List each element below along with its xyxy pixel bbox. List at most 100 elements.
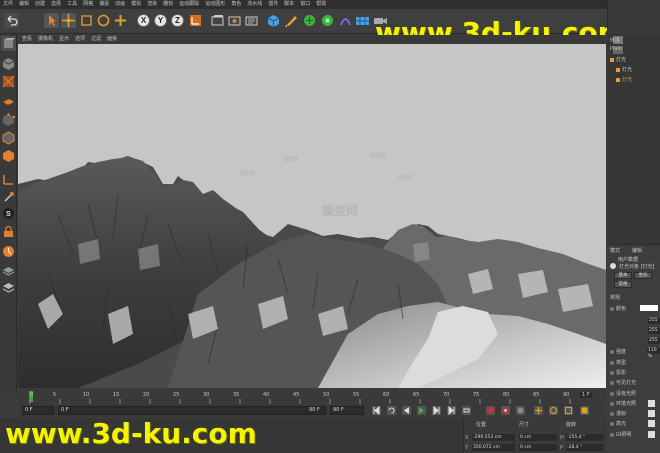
undo-icon[interactable] <box>4 13 19 28</box>
texture-mode-icon[interactable] <box>1 74 16 89</box>
position-x-field[interactable]: -290.553 cm <box>472 434 515 441</box>
color-g-field[interactable]: 255 <box>648 328 660 334</box>
axis-z-lock[interactable]: Z <box>171 14 184 27</box>
attr-tab-userdata[interactable]: 用户数据 <box>618 256 638 263</box>
gi-checkbox[interactable] <box>648 431 655 438</box>
menu-help[interactable]: 帮助 <box>316 0 326 9</box>
object-row-selected[interactable]: 灯光 <box>616 76 632 83</box>
points-mode-icon[interactable] <box>1 112 16 127</box>
render-view-icon[interactable] <box>210 13 225 28</box>
loop-icon[interactable] <box>462 406 471 415</box>
viewport-menu-options[interactable]: 选项 <box>75 35 85 44</box>
grid-stack-icon[interactable] <box>1 280 16 295</box>
subdivision-icon[interactable] <box>302 13 317 28</box>
radio-icon[interactable] <box>610 411 614 416</box>
record-key-icon[interactable] <box>486 406 495 415</box>
rotation-h-field[interactable]: -155.4 ° <box>566 434 604 441</box>
render-settings-icon[interactable] <box>244 13 259 28</box>
size-x-field[interactable]: 0 cm <box>519 434 557 441</box>
viewport-menu-cameras[interactable]: 摄像机 <box>38 35 53 44</box>
radio-icon[interactable] <box>610 391 614 396</box>
deformer-icon[interactable] <box>338 13 353 28</box>
menu-mograph[interactable]: 运动图形 <box>205 0 225 9</box>
attr-tab-mode[interactable]: 模式 <box>610 247 620 254</box>
menu-plugins[interactable]: 插件 <box>268 0 278 9</box>
current-frame-field[interactable]: 0 F <box>22 406 54 415</box>
make-editable-icon[interactable] <box>1 36 16 51</box>
object-row[interactable]: Plain <box>610 46 622 52</box>
attr-general-button[interactable]: 常规 <box>614 281 632 288</box>
pen-spline-icon[interactable] <box>284 13 299 28</box>
attr-tab-edit[interactable]: 编辑 <box>632 247 642 254</box>
select-cursor-icon[interactable] <box>44 13 59 28</box>
menu-file[interactable]: 文件 <box>3 0 13 9</box>
prev-key-icon[interactable] <box>387 406 396 415</box>
key-param-icon[interactable] <box>580 406 589 415</box>
tweak-mode-icon[interactable] <box>1 190 16 205</box>
menu-render[interactable]: 渲染 <box>147 0 157 9</box>
auto-key-icon[interactable] <box>501 406 510 415</box>
position-y-field[interactable]: 350.072 cm <box>472 444 515 451</box>
axis-y-lock[interactable]: Y <box>154 14 167 27</box>
color-r-field[interactable]: 255 <box>648 318 660 324</box>
menu-character[interactable]: 角色 <box>231 0 241 9</box>
menu-sculpt[interactable]: 雕刻 <box>163 0 173 9</box>
menu-pipeline[interactable]: 流水线 <box>247 0 262 9</box>
menu-window[interactable]: 窗口 <box>300 0 310 9</box>
timeline-ruler[interactable] <box>18 389 606 404</box>
go-to-start-icon[interactable] <box>372 405 381 416</box>
key-position-icon[interactable] <box>534 406 543 415</box>
next-frame-icon[interactable] <box>432 405 441 416</box>
coordinate-system-icon[interactable] <box>188 13 203 28</box>
play-backward-icon[interactable] <box>402 406 411 415</box>
attr-coord-button[interactable]: 坐标 <box>634 272 652 279</box>
array-mograph-icon[interactable] <box>320 13 335 28</box>
menu-edit[interactable]: 编辑 <box>19 0 29 9</box>
move-tool-icon[interactable] <box>61 13 76 28</box>
model-mode-icon[interactable] <box>1 56 16 71</box>
rotation-p-field[interactable]: -28.4 ° <box>566 444 604 451</box>
menu-snap[interactable]: 捕捉 <box>99 0 109 9</box>
menu-mesh[interactable]: 网格 <box>83 0 93 9</box>
viewport-menu-view[interactable]: 查看 <box>22 35 32 44</box>
play-forward-icon[interactable] <box>417 406 426 415</box>
rotate-tool-icon[interactable] <box>96 13 111 28</box>
floor-grid-icon[interactable] <box>355 13 370 28</box>
menu-script[interactable]: 脚本 <box>284 0 294 9</box>
viewport-menu-filter[interactable]: 过滤 <box>91 35 101 44</box>
diffuse-checkbox[interactable] <box>648 410 655 417</box>
radio-icon[interactable] <box>610 349 614 354</box>
axis-x-lock[interactable]: X <box>137 14 150 27</box>
key-scale-icon[interactable] <box>564 406 573 415</box>
radio-icon[interactable] <box>610 401 614 406</box>
render-picture-viewer-icon[interactable] <box>227 13 242 28</box>
object-row[interactable]: 环境 <box>610 37 620 44</box>
snapping-icon[interactable]: S <box>1 206 16 221</box>
object-row[interactable]: 灯光 <box>610 56 626 63</box>
max-frame-field[interactable]: 90 F <box>330 406 364 415</box>
intensity-field[interactable]: 110 % <box>647 348 660 359</box>
end-frame-field[interactable]: 90 F <box>306 406 326 415</box>
3d-viewport[interactable]: 模型网 模型网 模型网 模型网 模型网 <box>18 44 606 388</box>
radio-icon[interactable] <box>610 380 614 385</box>
attr-basic-button[interactable]: 基本 <box>614 272 632 279</box>
workplane-icon[interactable] <box>1 92 16 107</box>
object-row[interactable]: 灯光 <box>616 66 632 73</box>
solo-mode-icon[interactable] <box>1 244 16 259</box>
key-rotation-icon[interactable] <box>549 406 558 415</box>
radio-icon[interactable] <box>610 370 614 375</box>
radio-icon[interactable] <box>610 306 614 311</box>
floor-layer-icon[interactable] <box>1 262 16 277</box>
add-object-icon[interactable] <box>113 13 128 28</box>
key-selection-icon[interactable] <box>516 406 525 415</box>
edges-mode-icon[interactable] <box>1 130 16 145</box>
viewport-menu-panel[interactable]: 面板 <box>107 35 117 44</box>
scale-tool-icon[interactable] <box>79 13 94 28</box>
go-to-end-icon[interactable] <box>447 405 456 416</box>
menu-simulate[interactable]: 模拟 <box>131 0 141 9</box>
radio-icon[interactable] <box>610 432 614 437</box>
cube-primitive-icon[interactable] <box>266 13 281 28</box>
menu-motion-tracking[interactable]: 运动跟踪 <box>179 0 199 9</box>
color-swatch[interactable] <box>640 305 658 311</box>
color-b-field[interactable]: 255 <box>648 338 660 344</box>
